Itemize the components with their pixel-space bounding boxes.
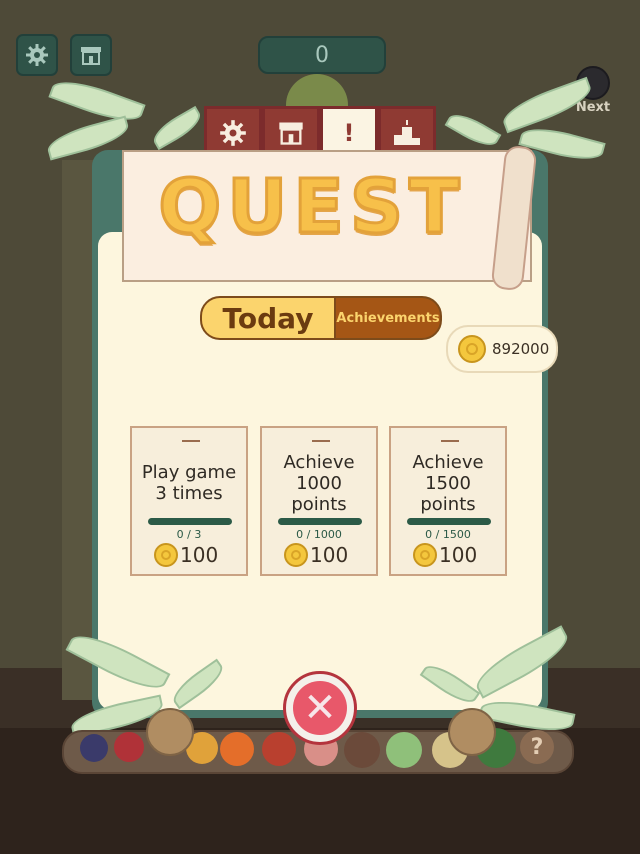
coin-icon <box>284 543 308 567</box>
quest-reward: 100 <box>284 542 348 568</box>
quest-reward-value: 100 <box>439 543 478 567</box>
quest-progress-bar <box>407 518 491 525</box>
quest-reward-value: 100 <box>310 543 349 567</box>
coin-balance: 892000 <box>446 325 558 373</box>
score-display: 0 <box>258 36 386 74</box>
card-divider <box>441 440 459 442</box>
fruit-kiwi <box>344 732 380 768</box>
coin-balance-value: 892000 <box>492 340 550 358</box>
close-icon: ✕ <box>293 681 347 735</box>
gear-icon <box>220 120 246 146</box>
coin-icon <box>413 543 437 567</box>
quest-progress-text: 0 / 1000 <box>296 528 342 541</box>
quest-title: Achieve 1500 points <box>412 452 484 515</box>
quest-segment-control: Today Achievements <box>200 296 442 340</box>
fruit-orange <box>220 732 254 766</box>
fruit-cherry <box>114 732 144 762</box>
quest-progress-bar <box>278 518 362 525</box>
shop-icon <box>279 122 303 145</box>
unknown-fruit: ? <box>520 730 554 764</box>
shop-button[interactable] <box>70 34 112 76</box>
page-title: QUEST <box>157 163 466 252</box>
card-divider <box>182 440 200 442</box>
coconut-decoration <box>146 708 194 756</box>
quest-progress-text: 0 / 3 <box>176 528 202 541</box>
quest-title: Achieve 1000 points <box>283 452 355 515</box>
card-divider <box>312 440 330 442</box>
shop-icon <box>81 47 101 65</box>
fruit-blueberry <box>80 734 108 762</box>
quest-reward-value: 100 <box>180 543 219 567</box>
coconut-decoration <box>448 708 496 756</box>
quest-progress-text: 0 / 1500 <box>425 528 471 541</box>
settings-button[interactable] <box>16 34 58 76</box>
quest-progress-bar <box>148 518 232 525</box>
coin-icon <box>154 543 178 567</box>
podium-icon <box>394 120 420 145</box>
quest-reward: 100 <box>154 542 218 568</box>
fruit-apple <box>262 732 296 766</box>
quest-title: Play game 3 times <box>141 462 237 504</box>
quest-reward: 100 <box>413 542 477 568</box>
gear-icon <box>26 44 48 66</box>
segment-achievements[interactable]: Achievements <box>336 298 440 338</box>
coin-icon <box>458 335 486 363</box>
segment-today[interactable]: Today <box>202 298 336 338</box>
quest-card: Achieve 1000 points 0 / 1000 100 <box>260 426 378 576</box>
quest-card: Play game 3 times 0 / 3 100 <box>130 426 248 576</box>
exclamation-icon: ! <box>343 119 355 147</box>
close-button[interactable]: ✕ <box>283 671 357 745</box>
fruit-melon <box>386 732 422 768</box>
quest-card: Achieve 1500 points 0 / 1500 100 <box>389 426 507 576</box>
